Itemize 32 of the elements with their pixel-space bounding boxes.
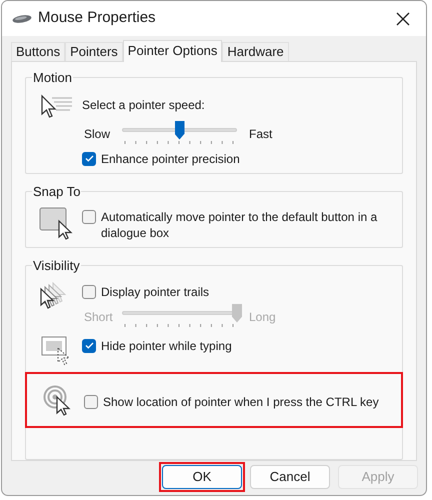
slider-max-label: Long xyxy=(249,308,276,326)
group-title: Snap To xyxy=(32,182,82,201)
checkbox-label: Enhance pointer precision xyxy=(101,150,240,166)
close-icon[interactable] xyxy=(396,12,410,26)
checkbox[interactable] xyxy=(84,394,98,408)
checkbox[interactable] xyxy=(82,284,96,298)
slider-max-label: Fast xyxy=(249,126,272,142)
dialog-button[interactable]: Cancel xyxy=(250,465,330,489)
group-title: Motion xyxy=(32,69,74,87)
slider-min-label: Slow xyxy=(84,126,112,142)
slider-label: Select a pointer speed: xyxy=(82,96,206,114)
checkbox-label: Automatically move pointer to the default button in a dialogue box xyxy=(101,209,378,241)
fast-cursor-icon xyxy=(40,94,74,120)
tab[interactable]: Hardware xyxy=(222,42,289,61)
slider-min-label: Short xyxy=(84,308,114,326)
tab[interactable]: Pointer Options xyxy=(122,40,222,62)
checkbox[interactable] xyxy=(82,338,96,352)
dialog-button[interactable]: OK xyxy=(162,465,242,489)
checkbox-label: Show location of pointer when I press the CTRL key xyxy=(103,394,379,410)
mouse-icon xyxy=(12,14,32,24)
check-icon xyxy=(84,155,94,162)
checkbox[interactable] xyxy=(82,152,96,166)
checkbox-label: Display pointer trails xyxy=(101,284,210,300)
checkbox[interactable] xyxy=(82,210,96,224)
window-title: Mouse Properties xyxy=(38,8,157,28)
tab[interactable]: Pointers xyxy=(65,42,123,61)
group-title: Visibility xyxy=(32,257,81,275)
checkbox-label: Hide pointer while typing xyxy=(101,338,232,354)
snap-cursor-icon xyxy=(39,207,75,241)
slider-thumb[interactable] xyxy=(174,120,184,140)
check-icon xyxy=(84,342,94,349)
tab[interactable]: Buttons xyxy=(11,42,66,61)
